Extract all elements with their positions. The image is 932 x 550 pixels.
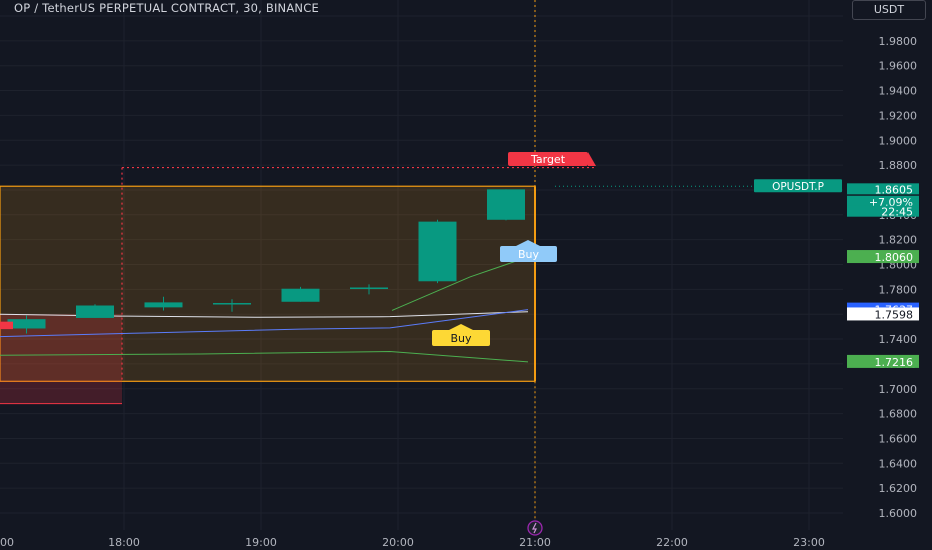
symbol-label: OPUSDT.P	[772, 181, 824, 193]
price-tick-label: 1.7800	[879, 283, 918, 296]
price-tick-label: 1.6600	[879, 432, 918, 445]
candle-body	[350, 287, 388, 289]
time-tick-label: 19:00	[245, 536, 277, 549]
time-tick-label: 21:00	[519, 536, 551, 549]
candle-body	[144, 302, 183, 308]
candle-body	[418, 221, 457, 282]
price-label: 1.8605	[875, 183, 914, 196]
price-tick-label: 1.8200	[879, 234, 918, 247]
candle-body	[76, 305, 114, 318]
candle-body	[281, 288, 320, 302]
price-label: 1.7598	[875, 308, 914, 321]
candle-body	[7, 319, 46, 329]
lightning-icon	[527, 520, 543, 536]
candle-body	[0, 321, 13, 330]
candle-body	[487, 189, 525, 220]
price-tick-label: 1.9600	[879, 60, 918, 73]
price-tick-label: 1.9200	[879, 109, 918, 122]
buy-lower-label: Buy	[450, 332, 472, 345]
price-label: 22:45	[881, 206, 913, 219]
price-label: 1.8060	[875, 251, 914, 264]
time-tick-label: 00	[0, 536, 14, 549]
price-tick-label: 1.9000	[879, 134, 918, 147]
buy-upper-label: Buy	[518, 248, 540, 261]
price-tick-label: 1.7400	[879, 333, 918, 346]
price-tick-label: 1.8800	[879, 159, 918, 172]
target-label: Target	[530, 153, 566, 166]
price-tick-label: 1.6400	[879, 457, 918, 470]
price-tick-label: 1.9800	[879, 35, 918, 48]
chart-root: TargetBuyBuyOPUSDT.P2.00001.98001.96001.…	[0, 0, 932, 550]
price-tick-label: 1.6200	[879, 482, 918, 495]
time-tick-label: 23:00	[793, 536, 825, 549]
time-tick-label: 22:00	[656, 536, 688, 549]
price-tick-label: 1.9400	[879, 85, 918, 98]
candle-body	[213, 303, 251, 305]
price-label: 1.7216	[875, 356, 914, 369]
price-tick-label: 1.6800	[879, 408, 918, 421]
currency-button[interactable]: USDT	[852, 0, 926, 20]
price-chart[interactable]: TargetBuyBuyOPUSDT.P2.00001.98001.96001.…	[0, 0, 932, 550]
chart-title: OP / TetherUS PERPETUAL CONTRACT, 30, BI…	[14, 1, 319, 15]
time-tick-label: 20:00	[382, 536, 414, 549]
price-tick-label: 1.7000	[879, 383, 918, 396]
time-tick-label: 18:00	[108, 536, 140, 549]
price-tick-label: 1.6000	[879, 507, 918, 520]
